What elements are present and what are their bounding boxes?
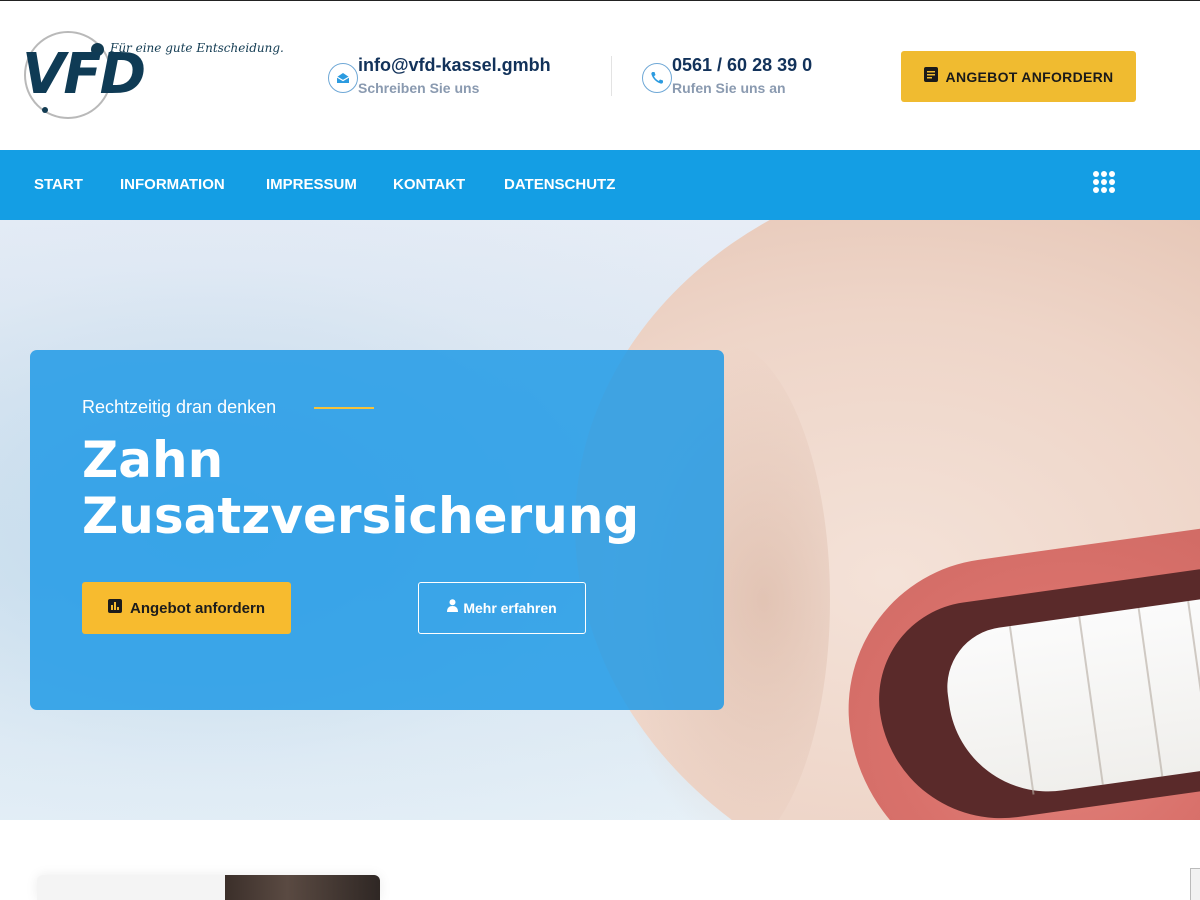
hero-request-quote-button[interactable]: Angebot anfordern <box>82 582 291 634</box>
nav-item-datenschutz[interactable]: DATENSCHUTZ <box>504 150 615 220</box>
hero-eyebrow: Rechtzeitig dran denken <box>82 397 277 417</box>
site-header: VFD Für eine gute Entscheidung. info@vfd… <box>0 1 1200 150</box>
contact-email-subtitle: Schreiben Sie uns <box>358 80 480 96</box>
main-navigation: START INFORMATION IMPRESSUM KONTAKT DATE… <box>0 150 1200 220</box>
hero-request-quote-label: Angebot anfordern <box>130 599 265 617</box>
user-icon <box>447 599 459 617</box>
scrollbar-corner[interactable] <box>1190 868 1200 900</box>
nav-item-kontakt[interactable]: KONTAKT <box>393 150 465 220</box>
header-divider <box>611 56 612 96</box>
contact-email-address[interactable]: info@vfd-kassel.gmbh <box>358 55 551 76</box>
logo-dot-small <box>42 107 48 113</box>
contact-phone-number[interactable]: 0561 / 60 28 39 0 <box>672 55 812 76</box>
nav-item-start[interactable]: START <box>34 150 83 220</box>
envelope-icon <box>328 63 358 93</box>
content-card-preview <box>37 875 380 900</box>
header-request-quote-label: ANGEBOT ANFORDERN <box>945 68 1114 85</box>
contact-phone-subtitle: Rufen Sie uns an <box>672 80 786 96</box>
site-logo[interactable]: VFD Für eine gute Entscheidung. <box>18 29 284 125</box>
hero-title-line-1: Zahn <box>82 431 224 489</box>
logo-wordmark: VFD <box>22 42 146 107</box>
content-card-image <box>225 875 380 900</box>
nav-item-impressum[interactable]: IMPRESSUM <box>266 150 357 220</box>
document-icon <box>923 66 938 87</box>
hero-section: Rechtzeitig dran denken Zahn Zusatzversi… <box>0 220 1200 820</box>
chart-icon <box>108 598 122 618</box>
hero-title-line-2: Zusatzversicherung <box>82 487 640 545</box>
grid-menu-icon[interactable] <box>1093 171 1115 193</box>
hero-title: Zahn Zusatzversicherung <box>82 432 639 544</box>
logo-tagline: Für eine gute Entscheidung. <box>110 41 284 55</box>
nav-item-information[interactable]: INFORMATION <box>120 150 225 220</box>
hero-learn-more-label: Mehr erfahren <box>463 600 557 616</box>
hero-eyebrow-accent <box>314 407 374 409</box>
phone-icon <box>642 63 672 93</box>
hero-learn-more-button[interactable]: Mehr erfahren <box>418 582 586 634</box>
hero-content-panel: Rechtzeitig dran denken Zahn Zusatzversi… <box>30 350 724 710</box>
header-request-quote-button[interactable]: ANGEBOT ANFORDERN <box>901 51 1136 102</box>
